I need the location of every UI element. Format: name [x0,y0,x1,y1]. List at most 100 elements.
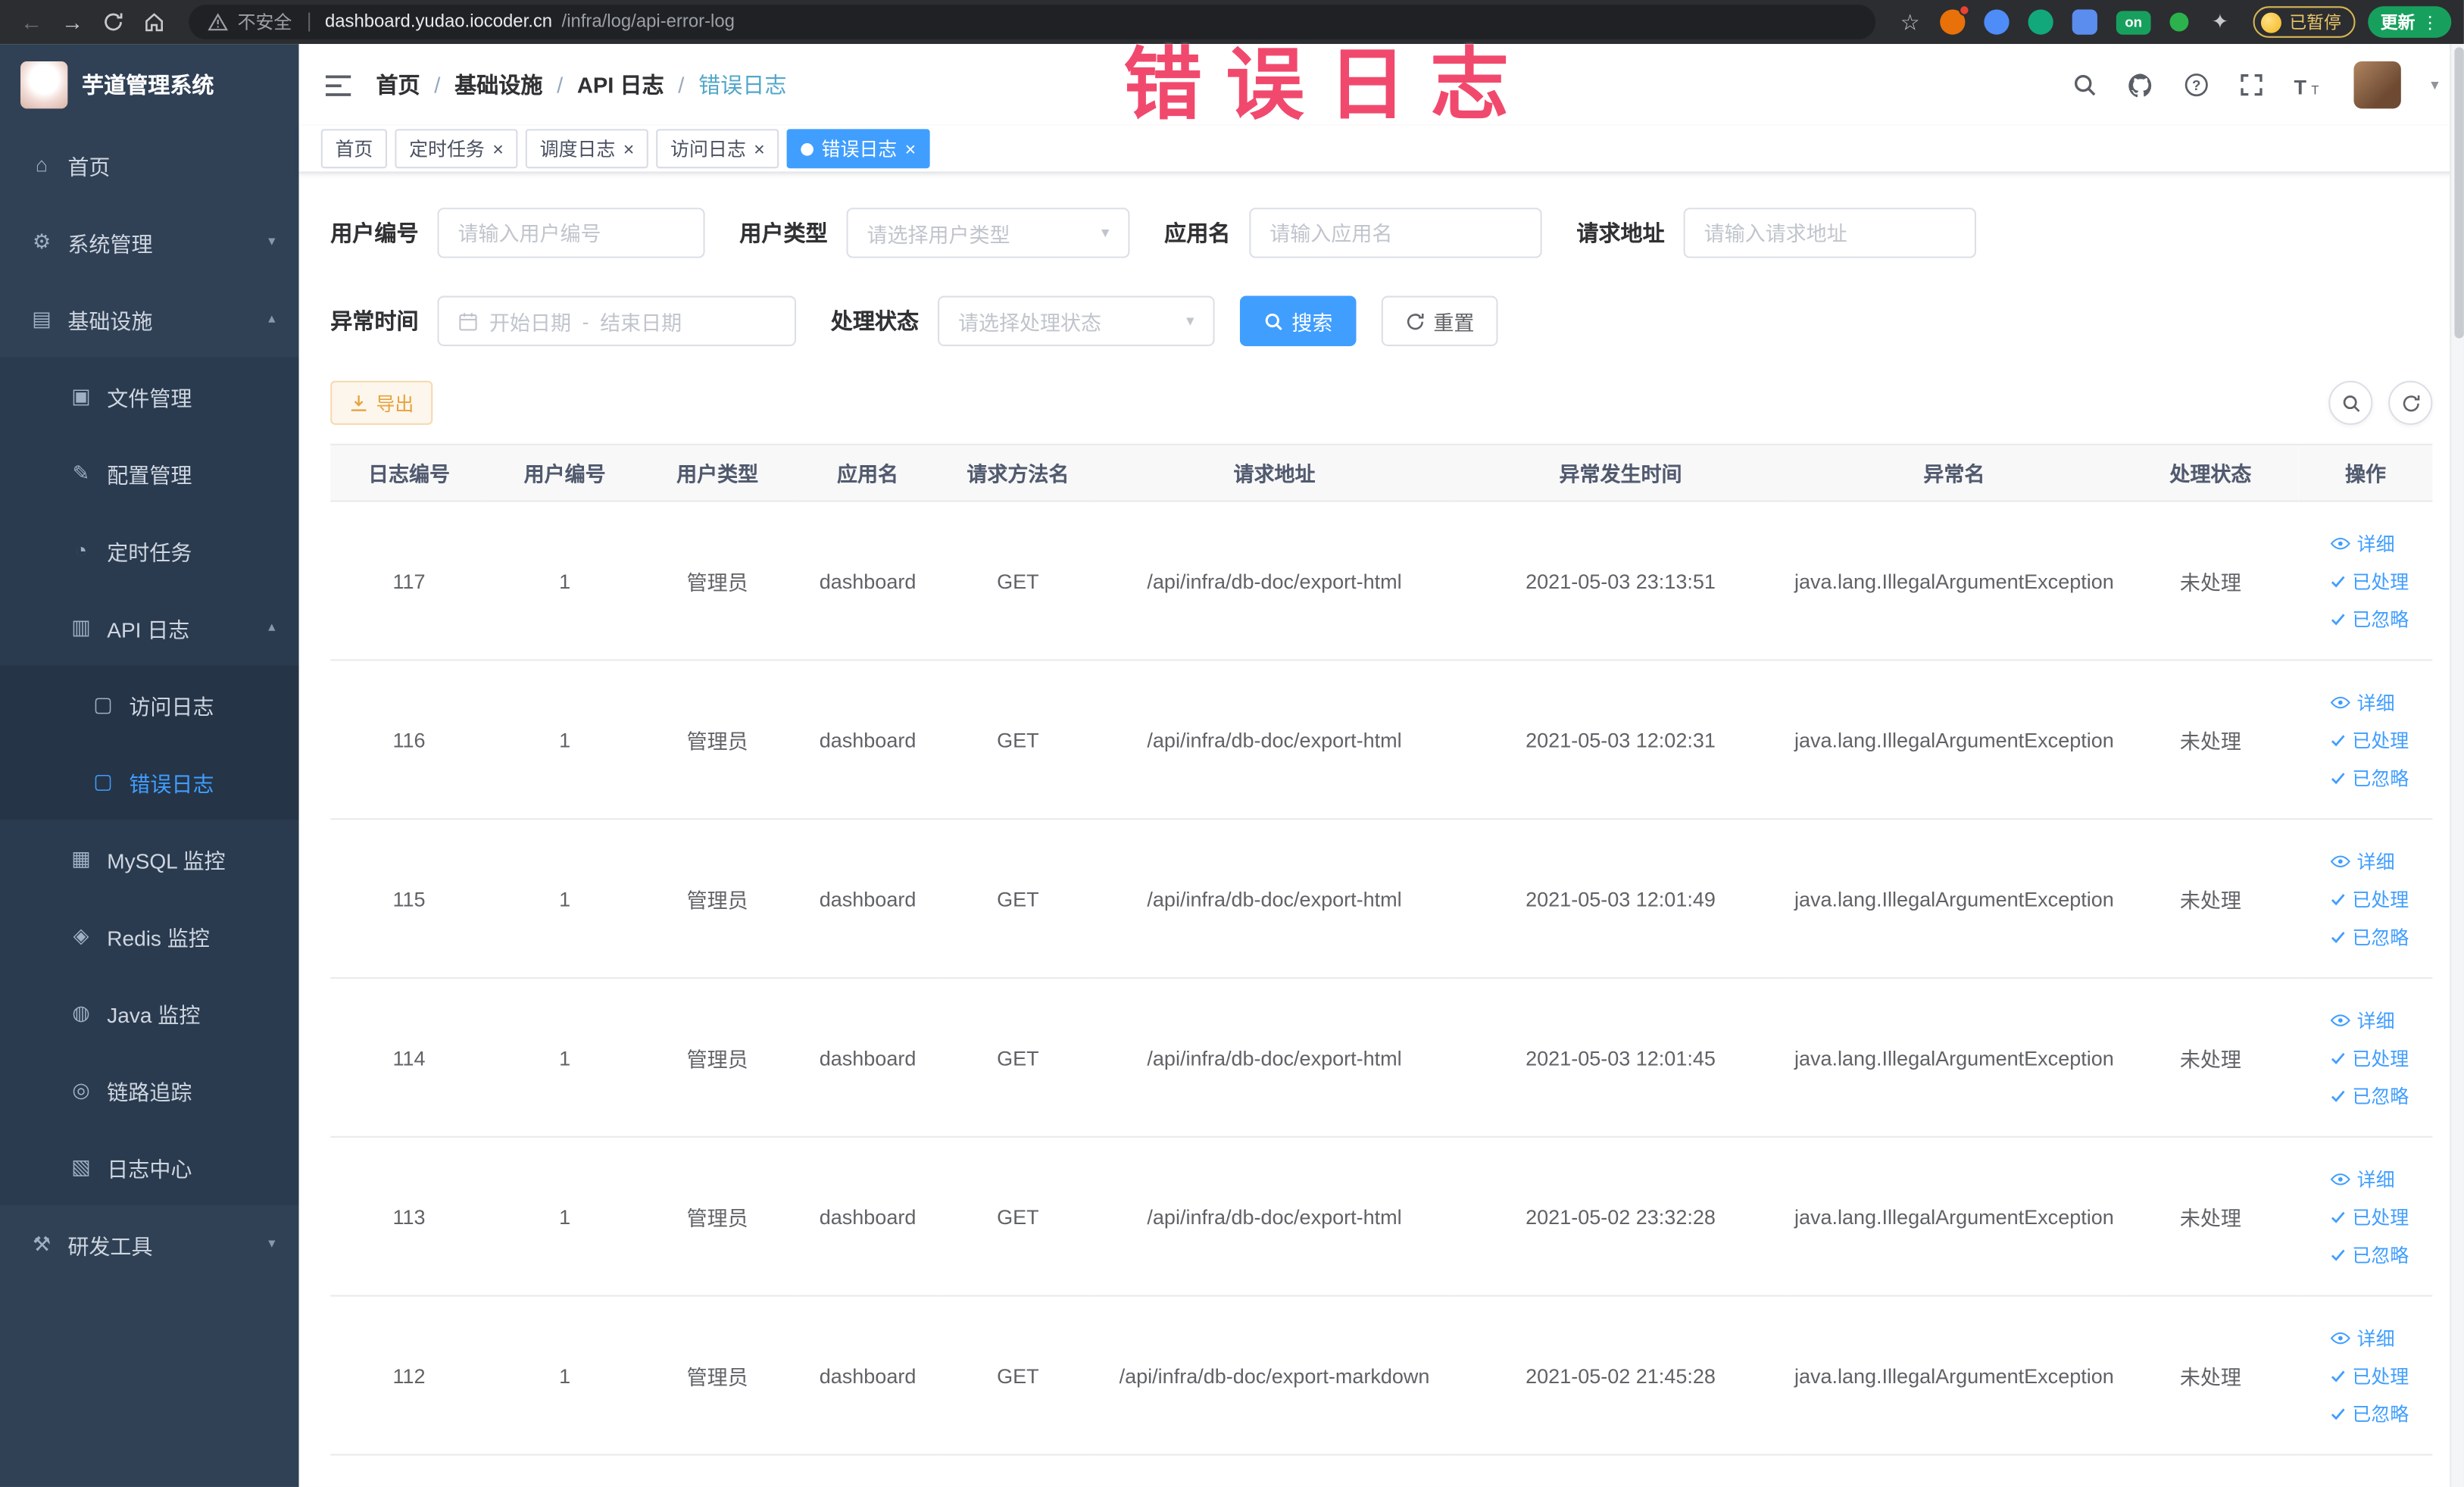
extension-icon-1[interactable] [1940,5,1970,35]
warning-icon [208,13,229,32]
update-label: 更新 [2380,14,2416,33]
action-processed-link[interactable]: 已处理 [2330,885,2409,911]
navbar-actions: ? TT ▾ [2072,61,2439,109]
request-url-input[interactable] [1683,208,1976,258]
column-header: 处理状态 [2122,443,2299,502]
browser-reload-icon[interactable] [95,3,133,41]
action-ignored-link[interactable]: 已忽略 [2330,1082,2409,1108]
search-button[interactable]: 搜索 [1239,295,1357,346]
extension-icon-5[interactable] [2169,12,2189,32]
close-icon[interactable]: × [905,139,917,158]
breadcrumb-item[interactable]: 首页 [376,69,420,101]
action-processed-link[interactable]: 已处理 [2330,726,2409,753]
action-ignored-link[interactable]: 已忽略 [2330,1400,2409,1426]
extension-icon-2[interactable] [1984,9,2010,35]
tag-label: 错误日志 [821,138,898,161]
action-processed-link[interactable]: 已处理 [2330,1362,2409,1389]
extension-pin-icon[interactable]: ✦ [2207,9,2232,34]
navbar: 首页 / 基础设施 / API 日志 / 错误日志 ? TT ▾ [298,44,2464,127]
breadcrumb-item[interactable]: 基础设施 [454,69,542,101]
sidebar-item-java[interactable]: ◍ Java 监控 [0,973,299,1051]
browser-back-icon[interactable]: ← [13,3,51,41]
sidebar-item-infra[interactable]: ▤ 基础设施 ▴ [0,280,299,358]
bookmark-star-icon[interactable]: ☆ [1891,3,1929,41]
process-status-select[interactable]: 请选择处理状态 ▾ [938,295,1215,346]
close-icon[interactable]: × [623,139,635,158]
export-button[interactable]: 导出 [330,380,433,425]
browser-forward-icon[interactable]: → [54,3,92,41]
sidebar-item-config[interactable]: ✎ 配置管理 [0,434,299,512]
app-name-input[interactable] [1249,208,1542,258]
sidebar-item-job[interactable]: ◔ 定时任务 [0,511,299,589]
sidebar-item-mysql[interactable]: ▦ MySQL 监控 [0,820,299,898]
action-detail-link[interactable]: 详细 [2330,1324,2395,1351]
tags-bar: 首页 定时任务 × 调度日志 × 访问日志 × 错误日志 × [298,126,2464,173]
column-header: 操作 [2298,443,2433,502]
extension-on-badge[interactable]: on [2116,10,2151,34]
help-icon[interactable]: ? [2184,73,2209,98]
search-icon[interactable] [2072,73,2097,98]
user-id-input[interactable] [437,208,705,258]
action-detail-link[interactable]: 详细 [2330,530,2395,556]
refresh-table-button[interactable] [2388,380,2433,425]
tag-home[interactable]: 首页 [320,129,388,169]
action-ignored-link[interactable]: 已忽略 [2330,605,2409,632]
browser-home-icon[interactable] [136,3,173,41]
sidebar-item-api-log[interactable]: ▥ API 日志 ▴ [0,588,299,666]
update-button[interactable]: 更新 ⋮ [2368,6,2452,38]
github-icon[interactable] [2127,72,2153,98]
avatar[interactable] [2353,61,2401,109]
action-detail-link[interactable]: 详细 [2330,1006,2395,1032]
action-processed-link[interactable]: 已处理 [2330,567,2409,594]
action-processed-link[interactable]: 已处理 [2330,1203,2409,1229]
scrollbar-thumb[interactable] [2453,47,2463,339]
close-icon[interactable]: × [492,139,504,158]
breadcrumb-item[interactable]: API 日志 [577,69,664,101]
tag-error-log[interactable]: 错误日志 × [786,129,930,169]
request-url-input-field[interactable] [1704,220,1956,245]
font-size-icon[interactable]: TT [2294,73,2323,97]
profile-paused-badge[interactable]: 已暂停 [2253,6,2356,38]
action-detail-link[interactable]: 详细 [2330,848,2395,874]
action-ignored-link[interactable]: 已忽略 [2330,923,2409,949]
date-range-picker[interactable]: 开始日期 - 结束日期 [437,295,797,346]
sidebar-item-home[interactable]: ⌂ 首页 [0,126,299,203]
action-ignored-link[interactable]: 已忽略 [2330,764,2409,790]
user-id-input-field[interactable] [458,220,685,245]
sidebar-item-error-log[interactable]: ▢ 错误日志 [0,742,299,820]
filter-user-id: 用户编号 [330,208,705,258]
tag-job-log[interactable]: 调度日志 × [525,129,648,169]
action-detail-link[interactable]: 详细 [2330,689,2395,715]
sidebar-item-trace[interactable]: ◎ 链路追踪 [0,1051,299,1129]
action-detail-link[interactable]: 详细 [2330,1165,2395,1192]
app-name-input-field[interactable] [1269,220,1522,245]
extension-icon-3[interactable] [2028,9,2053,35]
sidebar-item-file[interactable]: ▣ 文件管理 [0,357,299,435]
user-type-select[interactable]: 请选择用户类型 ▾ [846,208,1130,258]
sidebar-item-redis[interactable]: ◈ Redis 监控 [0,897,299,974]
scrollbar[interactable] [2450,44,2464,1487]
tag-access-log[interactable]: 访问日志 × [656,129,779,169]
table-row: 113 1 管理员 dashboard GET/api/infra/db-doc/exp… [330,1136,2433,1297]
action-ignored-link[interactable]: 已忽略 [2330,1241,2409,1267]
sidebar-item-dev-tools[interactable]: ⚒ 研发工具 ▾ [0,1205,299,1282]
close-icon[interactable]: × [754,139,765,158]
sidebar-item-system[interactable]: ⚙ 系统管理 ▾ [0,203,299,280]
main-area: 首页 / 基础设施 / API 日志 / 错误日志 ? TT ▾ 首页 定时任务… [298,44,2464,1487]
column-header: 异常名 [1785,443,2123,502]
sidebar-item-log-center[interactable]: ▧ 日志中心 [0,1128,299,1206]
sidebar-item-access-log[interactable]: ▢ 访问日志 [0,665,299,743]
extension-icon-4[interactable] [2072,9,2097,35]
toggle-search-button[interactable] [2328,380,2373,425]
tag-job[interactable]: 定时任务 × [395,129,518,169]
reset-button[interactable]: 重置 [1381,295,1498,346]
filter-app-name: 应用名 [1164,208,1542,258]
logo[interactable]: 芋道管理系统 [0,44,299,126]
chevron-down-icon[interactable]: ▾ [2431,77,2438,94]
action-label: 已处理 [2352,1047,2409,1070]
check-icon [2330,1051,2346,1065]
hamburger-icon[interactable] [324,73,352,97]
address-bar[interactable]: 不安全 dashboard.yudao.iocoder.cn/infra/log… [189,5,1876,39]
fullscreen-icon[interactable] [2239,73,2264,98]
action-processed-link[interactable]: 已处理 [2330,1044,2409,1070]
